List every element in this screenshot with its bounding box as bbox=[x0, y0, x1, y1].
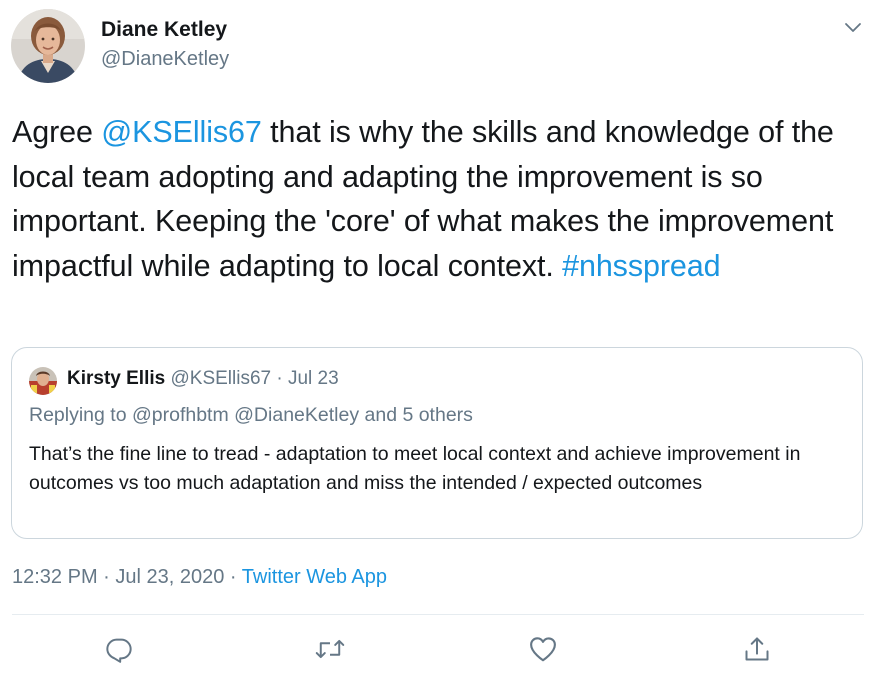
share-icon bbox=[743, 635, 771, 668]
source-link[interactable]: Twitter Web App bbox=[242, 566, 387, 588]
reply-button[interactable] bbox=[104, 636, 134, 666]
tweet-timestamp: 12:32 PM · Jul 23, 2020 · Twitter Web Ap… bbox=[12, 566, 387, 589]
heart-icon bbox=[528, 635, 558, 668]
quoted-text: That’s the fine line to tread - adaptati… bbox=[29, 443, 801, 494]
action-bar bbox=[0, 636, 882, 666]
retweet-button[interactable] bbox=[315, 636, 345, 666]
author-handle[interactable]: @DianeKetley bbox=[101, 48, 229, 71]
quoted-header: Kirsty Ellis @KSEllis67 · Jul 23 bbox=[67, 368, 339, 390]
chevron-down-icon[interactable] bbox=[839, 16, 867, 40]
quoted-author-name[interactable]: Kirsty Ellis bbox=[67, 368, 165, 389]
tweet-text: Agree @KSEllis67 that is why the skills … bbox=[12, 110, 870, 289]
tweet-text-prefix: Agree bbox=[12, 115, 102, 149]
quoted-author-avatar[interactable] bbox=[29, 367, 57, 395]
quoted-meta: @KSEllis67 · Jul 23 bbox=[170, 368, 339, 389]
time-date[interactable]: 12:32 PM · Jul 23, 2020 · bbox=[12, 566, 242, 588]
tweet: Diane Ketley @DianeKetley Agree @KSEllis… bbox=[0, 0, 882, 676]
author-name[interactable]: Diane Ketley bbox=[101, 18, 227, 42]
quoted-tweet[interactable]: Kirsty Ellis @KSEllis67 · Jul 23 Replyin… bbox=[11, 347, 863, 539]
retweet-icon bbox=[315, 635, 345, 668]
divider bbox=[12, 614, 864, 615]
reply-icon bbox=[105, 635, 133, 668]
author-avatar[interactable] bbox=[11, 9, 85, 83]
mention-link[interactable]: @KSEllis67 bbox=[101, 115, 262, 149]
quoted-replying-to: Replying to @profhbtm @DianeKetley and 5… bbox=[29, 404, 473, 426]
like-button[interactable] bbox=[528, 636, 558, 666]
hashtag-link[interactable]: #nhsspread bbox=[562, 249, 721, 283]
share-button[interactable] bbox=[742, 636, 772, 666]
